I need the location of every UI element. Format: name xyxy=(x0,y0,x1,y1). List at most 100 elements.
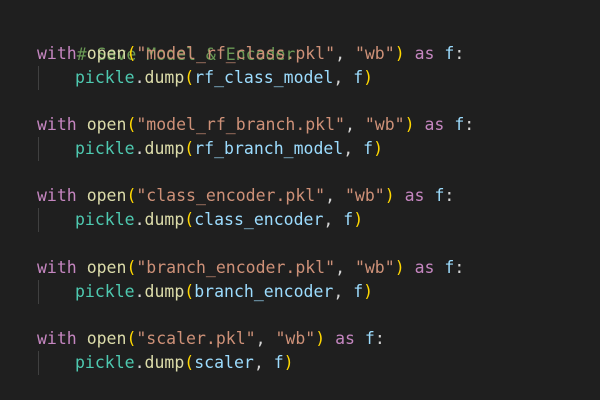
close-paren: ) xyxy=(315,329,326,348)
open-paren: ( xyxy=(126,115,137,134)
close-paren: ) xyxy=(384,186,395,205)
object-arg: branch_encoder xyxy=(194,282,334,301)
colon: : xyxy=(454,44,465,63)
open-paren: ( xyxy=(184,282,195,301)
with-keyword: with xyxy=(37,329,77,348)
object-arg: scaler xyxy=(194,353,254,372)
comma: , xyxy=(345,115,365,134)
mode-string: "wb" xyxy=(364,115,405,134)
object-arg: rf_class_model xyxy=(194,68,334,87)
filename-string: "scaler.pkl" xyxy=(136,329,256,348)
dump-method: dump xyxy=(144,282,185,301)
dot: . xyxy=(134,210,145,229)
close-paren: ) xyxy=(363,282,374,301)
code-line-comment[interactable]: # Save Model & Encoder xyxy=(37,19,296,64)
open-function: open xyxy=(86,258,127,277)
open-function: open xyxy=(86,186,127,205)
code-editor[interactable]: # Save Model & Encoder with open("model_… xyxy=(0,0,600,400)
close-paren: ) xyxy=(283,353,294,372)
filename-string: "model_rf_branch.pkl" xyxy=(136,115,345,134)
filename-string: "class_encoder.pkl" xyxy=(136,186,326,205)
mode-string: "wb" xyxy=(275,329,316,348)
code-line-pickle-dump[interactable]: pickle.dump(rf_class_model, f) xyxy=(37,66,373,90)
file-alias: f xyxy=(444,258,455,277)
pickle-module: pickle xyxy=(75,139,135,158)
code-line-pickle-dump[interactable]: pickle.dump(branch_encoder, f) xyxy=(37,280,373,304)
open-paren: ( xyxy=(126,186,137,205)
as-keyword: as xyxy=(335,329,355,348)
code-line-with-open[interactable]: with open("scaler.pkl", "wb") as f: xyxy=(37,327,385,351)
file-alias: f xyxy=(454,115,465,134)
open-function: open xyxy=(86,329,127,348)
open-paren: ( xyxy=(184,353,195,372)
dot: . xyxy=(134,282,145,301)
file-arg: f xyxy=(363,139,374,158)
file-arg: f xyxy=(343,210,354,229)
open-paren: ( xyxy=(184,68,195,87)
pickle-module: pickle xyxy=(75,210,135,229)
dot: . xyxy=(134,139,145,158)
colon: : xyxy=(444,186,455,205)
comma: , xyxy=(343,139,364,158)
code-line-pickle-dump[interactable]: pickle.dump(rf_branch_model, f) xyxy=(37,137,383,161)
close-paren: ) xyxy=(394,44,405,63)
colon: : xyxy=(454,258,465,277)
mode-string: "wb" xyxy=(354,258,395,277)
with-keyword: with xyxy=(37,186,77,205)
file-alias: f xyxy=(364,329,375,348)
as-keyword: as xyxy=(414,44,435,63)
colon: : xyxy=(464,115,475,134)
with-keyword: with xyxy=(37,44,77,63)
close-paren: ) xyxy=(404,115,415,134)
comma: , xyxy=(333,68,354,87)
as-keyword: as xyxy=(414,258,435,277)
as-keyword: as xyxy=(404,186,425,205)
comma: , xyxy=(335,258,355,277)
open-paren: ( xyxy=(126,258,137,277)
filename-string: "branch_encoder.pkl" xyxy=(136,258,336,277)
comma: , xyxy=(255,329,276,348)
file-arg: f xyxy=(273,353,284,372)
code-line-with-open[interactable]: with open("branch_encoder.pkl", "wb") as… xyxy=(37,256,464,280)
comma: , xyxy=(333,282,354,301)
close-paren: ) xyxy=(363,68,374,87)
close-paren: ) xyxy=(394,258,405,277)
open-paren: ( xyxy=(126,329,137,348)
dot: . xyxy=(134,68,145,87)
open-paren: ( xyxy=(184,139,195,158)
dump-method: dump xyxy=(144,139,185,158)
file-arg: f xyxy=(353,282,364,301)
code-line-pickle-dump[interactable]: pickle.dump(scaler, f) xyxy=(37,351,294,375)
comma: , xyxy=(253,353,274,372)
as-keyword: as xyxy=(424,115,445,134)
file-alias: f xyxy=(444,44,455,63)
open-paren: ( xyxy=(126,44,137,63)
mode-string: "wb" xyxy=(345,186,385,205)
filename-string: "model_rf_class.pkl" xyxy=(136,44,336,63)
close-paren: ) xyxy=(373,139,383,158)
code-line-pickle-dump[interactable]: pickle.dump(class_encoder, f) xyxy=(37,208,363,232)
object-arg: class_encoder xyxy=(194,210,324,229)
object-arg: rf_branch_model xyxy=(194,139,344,158)
dump-method: dump xyxy=(144,68,185,87)
dot: . xyxy=(134,353,145,372)
pickle-module: pickle xyxy=(75,353,135,372)
code-line-with-open[interactable]: with open("class_encoder.pkl", "wb") as … xyxy=(37,184,454,208)
pickle-module: pickle xyxy=(75,282,135,301)
mode-string: "wb" xyxy=(354,44,395,63)
code-line-with-open[interactable]: with open("model_rf_branch.pkl", "wb") a… xyxy=(37,113,474,137)
open-function: open xyxy=(86,44,127,63)
dump-method: dump xyxy=(144,210,185,229)
code-line-with-open[interactable]: with open("model_rf_class.pkl", "wb") as… xyxy=(37,42,464,66)
pickle-module: pickle xyxy=(75,68,135,87)
dump-method: dump xyxy=(144,353,185,372)
open-function: open xyxy=(86,115,127,134)
close-paren: ) xyxy=(353,210,364,229)
open-paren: ( xyxy=(184,210,195,229)
with-keyword: with xyxy=(37,115,77,134)
colon: : xyxy=(374,329,385,348)
comma: , xyxy=(335,44,355,63)
with-keyword: with xyxy=(37,258,77,277)
file-arg: f xyxy=(353,68,364,87)
comma: , xyxy=(325,186,345,205)
